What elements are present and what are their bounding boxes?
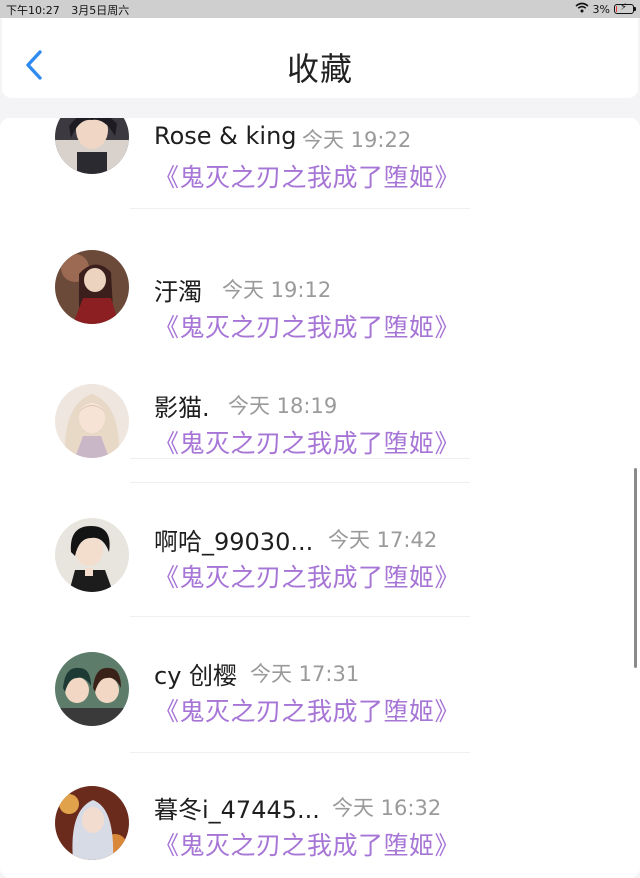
list-item[interactable]: Rose & king 今天 19:22 《鬼灭之刃之我成了堕姬》 bbox=[0, 118, 640, 234]
battery-percent: 3% bbox=[592, 2, 610, 16]
item-user-name: cy 创樱 bbox=[154, 662, 238, 690]
item-time: 今天 19:12 bbox=[222, 278, 332, 302]
avatar[interactable] bbox=[55, 652, 129, 726]
header: 收藏 bbox=[2, 18, 638, 98]
avatar[interactable] bbox=[55, 518, 129, 592]
divider bbox=[130, 752, 470, 753]
status-left: 下午10:27 3月5日周六 bbox=[6, 2, 129, 18]
list-item[interactable]: 影猫. 今天 18:19 《鬼灭之刃之我成了堕姬》 bbox=[0, 368, 640, 502]
battery-level bbox=[616, 6, 617, 12]
item-user-name: 啊哈_99030... bbox=[154, 528, 314, 556]
status-right: 3% ⚡ bbox=[575, 2, 636, 16]
item-book-title[interactable]: 《鬼灭之刃之我成了堕姬》 bbox=[154, 308, 460, 344]
item-time: 今天 17:42 bbox=[328, 528, 438, 552]
status-date: 3月5日周六 bbox=[71, 4, 130, 17]
status-bar: 下午10:27 3月5日周六 3% ⚡ bbox=[0, 0, 640, 18]
item-time: 今天 18:19 bbox=[228, 394, 338, 418]
list-item[interactable]: cy 创樱 今天 17:31 《鬼灭之刃之我成了堕姬》 bbox=[0, 636, 640, 770]
item-user-name: 汙濁 bbox=[154, 278, 202, 306]
list-item[interactable]: 啊哈_99030... 今天 17:42 《鬼灭之刃之我成了堕姬》 bbox=[0, 502, 640, 636]
item-time: 今天 17:31 bbox=[250, 662, 360, 686]
item-book-title[interactable]: 《鬼灭之刃之我成了堕姬》 bbox=[154, 558, 460, 594]
item-time: 今天 16:32 bbox=[332, 796, 442, 820]
item-user-name: 影猫. bbox=[154, 394, 210, 422]
item-user-name: 暮冬i_47445... bbox=[154, 796, 320, 824]
scrollbar[interactable] bbox=[634, 468, 637, 668]
wifi-icon bbox=[575, 2, 589, 16]
item-book-title[interactable]: 《鬼灭之刃之我成了堕姬》 bbox=[154, 692, 460, 728]
item-book-title[interactable]: 《鬼灭之刃之我成了堕姬》 bbox=[154, 424, 460, 460]
item-time: 今天 19:22 bbox=[302, 128, 412, 152]
favorites-list[interactable]: Rose & king 今天 19:22 《鬼灭之刃之我成了堕姬》 汙濁 今天 … bbox=[0, 118, 640, 878]
list-item[interactable]: 暮冬i_47445... 今天 16:32 《鬼灭之刃之我成了堕姬》 bbox=[0, 770, 640, 878]
status-time: 下午10:27 bbox=[6, 4, 60, 17]
avatar[interactable] bbox=[55, 786, 129, 860]
item-book-title[interactable]: 《鬼灭之刃之我成了堕姬》 bbox=[154, 826, 460, 862]
item-book-title[interactable]: 《鬼灭之刃之我成了堕姬》 bbox=[154, 158, 460, 194]
list-item[interactable]: 汙濁 今天 19:12 《鬼灭之刃之我成了堕姬》 bbox=[0, 234, 640, 459]
divider bbox=[130, 208, 470, 209]
divider bbox=[130, 482, 470, 483]
charging-bolt-icon: ⚡ bbox=[620, 2, 628, 13]
divider bbox=[130, 616, 470, 617]
avatar[interactable] bbox=[55, 384, 129, 458]
item-user-name: Rose & king bbox=[154, 122, 297, 150]
avatar[interactable] bbox=[55, 118, 129, 174]
avatar[interactable] bbox=[55, 250, 129, 324]
battery-icon: ⚡ bbox=[614, 2, 636, 14]
page-title: 收藏 bbox=[286, 50, 353, 88]
